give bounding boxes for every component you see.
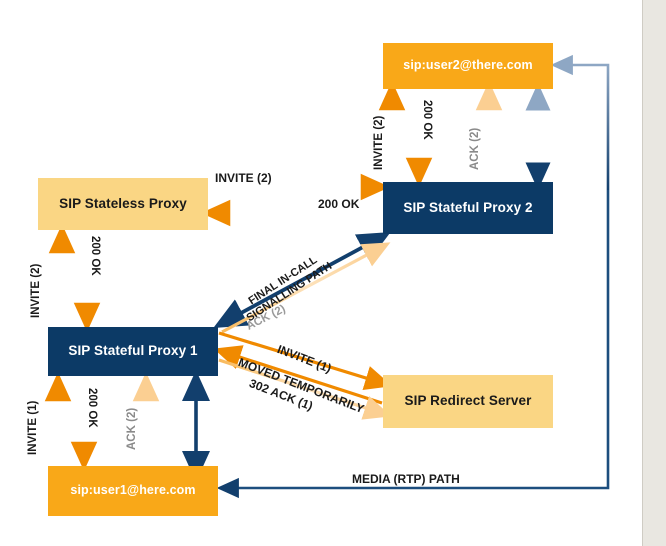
node-stateful-proxy-1[interactable]: SIP Stateful Proxy 1 — [48, 327, 218, 376]
edge-label-200ok-user2-down: 200 OK — [421, 100, 433, 140]
node-stateless-proxy[interactable]: SIP Stateless Proxy — [38, 178, 208, 230]
node-stateless-proxy-label: SIP Stateless Proxy — [59, 195, 187, 211]
edge-label-invite2-left-up: INVITE (2) — [30, 263, 42, 318]
node-user1[interactable]: sip:user1@here.com — [48, 466, 218, 516]
edge-label-200ok-left-down: 200 OK — [89, 236, 101, 276]
node-user2-label: sip:user2@there.com — [403, 58, 533, 73]
edge-label-ack2-proxy2-up: ACK (2) — [469, 127, 481, 170]
edge-label-invite2-proxy2-up: INVITE (2) — [373, 115, 385, 170]
node-user1-label: sip:user1@here.com — [70, 483, 196, 498]
edge-label-ack2-bottom-up: ACK (2) — [126, 407, 138, 450]
node-stateful-proxy-2-label: SIP Stateful Proxy 2 — [403, 199, 533, 215]
node-redirect-server[interactable]: SIP Redirect Server — [383, 375, 553, 428]
edge-label-media-rtp-path: MEDIA (RTP) PATH — [352, 472, 460, 486]
edge-label-invite1-left-up: INVITE (1) — [27, 400, 39, 455]
node-user2[interactable]: sip:user2@there.com — [383, 43, 553, 89]
node-stateful-proxy-1-label: SIP Stateful Proxy 1 — [68, 343, 198, 359]
diagram-canvas: sip:user2@there.com SIP Stateless Proxy … — [0, 0, 666, 546]
edge-label-200ok-stateless: 200 OK — [318, 197, 360, 211]
edge-label-200ok-bottom-down: 200 OK — [86, 388, 98, 428]
node-stateful-proxy-2[interactable]: SIP Stateful Proxy 2 — [383, 182, 553, 234]
edge-label-invite2-stateless: INVITE (2) — [215, 171, 272, 185]
node-redirect-server-label: SIP Redirect Server — [404, 393, 532, 409]
